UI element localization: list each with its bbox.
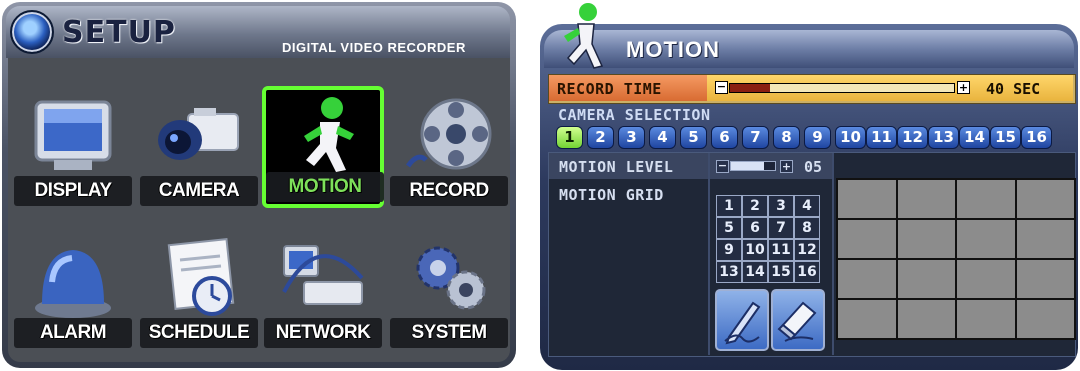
motion-grid-number-5[interactable]: 5 <box>716 217 742 239</box>
camera-button-2[interactable]: 2 <box>587 126 614 149</box>
menu-item-network[interactable]: NETWORK <box>264 232 382 350</box>
monitor-icon <box>34 100 112 170</box>
camera-button-7[interactable]: 7 <box>742 126 769 149</box>
menu-item-label: DISPLAY <box>14 176 132 206</box>
motion-grid-cell[interactable] <box>897 180 955 218</box>
camera-button-1[interactable]: 1 <box>556 126 583 149</box>
record-time-label: RECORD TIME <box>557 80 662 98</box>
motion-grid-number-12[interactable]: 12 <box>794 239 820 261</box>
motion-grid-number-13[interactable]: 13 <box>716 261 742 283</box>
camera-button-11[interactable]: 11 <box>866 126 897 149</box>
camera-button-16[interactable]: 16 <box>1021 126 1052 149</box>
menu-item-schedule[interactable]: SCHEDULE <box>140 232 258 350</box>
draw-tool-button[interactable] <box>715 289 769 351</box>
camera-button-8[interactable]: 8 <box>773 126 800 149</box>
pen-icon <box>724 301 761 345</box>
motion-grid-cell[interactable] <box>1016 220 1074 258</box>
motion-grid-number-15[interactable]: 15 <box>768 261 794 283</box>
motion-grid-number-8[interactable]: 8 <box>794 217 820 239</box>
setup-title: SETUP <box>62 15 176 50</box>
column-divider <box>708 153 710 355</box>
motion-level-value: 05 <box>804 158 823 176</box>
camera-button-14[interactable]: 14 <box>959 126 990 149</box>
camera-button-4[interactable]: 4 <box>649 126 676 149</box>
record-time-value: 40 SEC <box>986 80 1041 98</box>
record-time-slider-fill <box>730 84 770 92</box>
motion-grid-cell[interactable] <box>897 300 955 338</box>
camera-button-10[interactable]: 10 <box>835 126 866 149</box>
motion-grid-cell[interactable] <box>838 180 896 218</box>
motion-grid-number-pad: 1 2 3 4 5 6 7 8 9 10 11 12 13 14 15 16 <box>716 195 820 283</box>
motion-grid-cell[interactable] <box>838 220 896 258</box>
motion-level-increase-button[interactable]: + <box>780 160 793 173</box>
calendar-clock-icon <box>167 238 235 316</box>
motion-grid-cell[interactable] <box>1016 180 1074 218</box>
motion-grid-number-3[interactable]: 3 <box>768 195 794 217</box>
network-dvr-icon <box>282 245 364 305</box>
camera-button-13[interactable]: 13 <box>928 126 959 149</box>
motion-grid-cell[interactable] <box>838 260 896 298</box>
alarm-light-icon <box>35 250 111 318</box>
motion-grid-cell[interactable] <box>897 260 955 298</box>
menu-item-display[interactable]: DISPLAY <box>14 90 132 208</box>
menu-item-label: CAMERA <box>140 176 258 206</box>
film-reel-icon <box>405 98 492 170</box>
motion-grid-number-1[interactable]: 1 <box>716 195 742 217</box>
motion-grid-cell[interactable] <box>1016 300 1074 338</box>
menu-item-label: SYSTEM <box>390 318 508 348</box>
record-time-increase-button[interactable]: + <box>957 81 970 94</box>
motion-grid-cell[interactable] <box>897 220 955 258</box>
eraser-icon <box>777 301 817 342</box>
motion-level-slider-fill <box>731 162 764 170</box>
motion-grid-cell[interactable] <box>957 220 1015 258</box>
erase-tool-button[interactable] <box>771 289 825 351</box>
running-person-icon <box>564 3 604 69</box>
menu-item-system[interactable]: SYSTEM <box>390 232 508 350</box>
motion-header <box>544 30 1074 68</box>
camera-selection-buttons: 1 2 3 4 5 6 7 8 9 10 11 12 13 14 15 16 <box>556 126 1068 150</box>
motion-grid-number-11[interactable]: 11 <box>768 239 794 261</box>
motion-grid-number-2[interactable]: 2 <box>742 195 768 217</box>
motion-grid-cell[interactable] <box>1016 260 1074 298</box>
motion-grid-number-7[interactable]: 7 <box>768 217 794 239</box>
motion-grid-cell[interactable] <box>957 300 1015 338</box>
menu-item-label: NETWORK <box>264 318 382 348</box>
gears-icon <box>416 246 486 310</box>
menu-item-motion[interactable]: MOTION <box>262 86 384 208</box>
motion-grid-cell[interactable] <box>838 300 896 338</box>
camera-button-9[interactable]: 9 <box>804 126 831 149</box>
menu-item-label: MOTION <box>266 172 384 202</box>
menu-item-camera[interactable]: CAMERA <box>140 90 258 208</box>
motion-grid-number-14[interactable]: 14 <box>742 261 768 283</box>
menu-item-label: ALARM <box>14 318 132 348</box>
motion-grid-label: MOTION GRID <box>559 186 664 204</box>
motion-grid-cell[interactable] <box>957 260 1015 298</box>
camera-icon <box>158 108 239 160</box>
camera-button-5[interactable]: 5 <box>680 126 707 149</box>
motion-grid-cell[interactable] <box>957 180 1015 218</box>
column-divider <box>832 153 834 355</box>
menu-item-alarm[interactable]: ALARM <box>14 232 132 350</box>
motion-grid-preview[interactable] <box>836 178 1076 340</box>
camera-selection-label: CAMERA SELECTION <box>558 106 711 124</box>
motion-level-label: MOTION LEVEL <box>559 158 674 176</box>
setup-logo-icon <box>10 10 54 54</box>
motion-grid-number-9[interactable]: 9 <box>716 239 742 261</box>
menu-item-record[interactable]: RECORD <box>390 90 508 208</box>
running-person-icon <box>304 97 354 172</box>
record-time-decrease-button[interactable]: − <box>715 81 728 94</box>
motion-level-decrease-button[interactable]: − <box>716 160 729 173</box>
motion-grid-number-10[interactable]: 10 <box>742 239 768 261</box>
motion-grid-number-16[interactable]: 16 <box>794 261 820 283</box>
camera-button-6[interactable]: 6 <box>711 126 738 149</box>
camera-button-12[interactable]: 12 <box>897 126 928 149</box>
menu-item-label: SCHEDULE <box>140 318 258 348</box>
setup-subtitle: DIGITAL VIDEO RECORDER <box>282 40 466 55</box>
menu-item-label: RECORD <box>390 176 508 206</box>
motion-grid-number-4[interactable]: 4 <box>794 195 820 217</box>
camera-button-3[interactable]: 3 <box>618 126 645 149</box>
motion-grid-number-6[interactable]: 6 <box>742 217 768 239</box>
motion-title: MOTION <box>626 37 720 62</box>
camera-button-15[interactable]: 15 <box>990 126 1021 149</box>
